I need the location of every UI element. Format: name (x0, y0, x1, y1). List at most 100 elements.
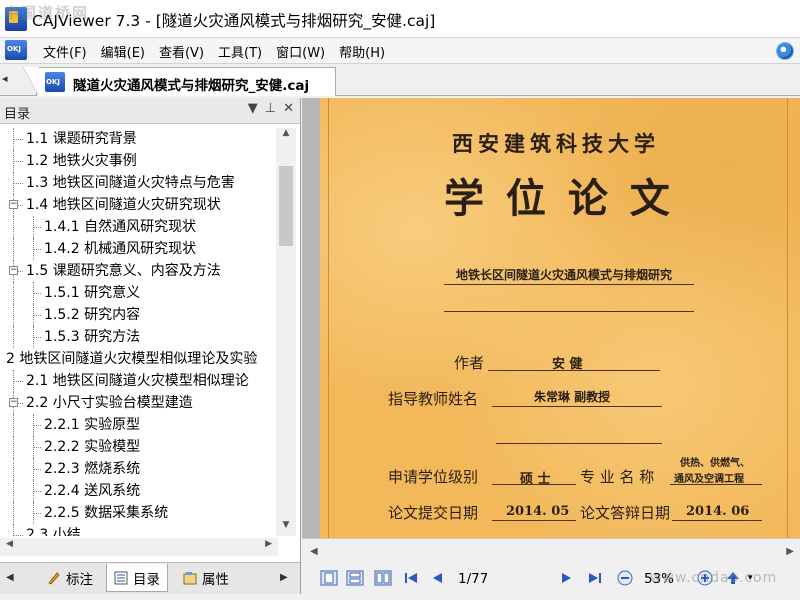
tab-annotation[interactable]: 标注 (40, 564, 100, 592)
scroll-right-icon[interactable]: ▶ (265, 539, 272, 549)
toc-item-label: 2.2.5 数据采集系统 (44, 505, 169, 521)
toc-item[interactable]: −1.5 课题研究意义、内容及方法 (0, 260, 276, 282)
toc-item[interactable]: 2.1 地铁区间隧道火灾模型相似理论 (0, 370, 276, 392)
page-indicator[interactable]: 1/77 (458, 571, 488, 587)
facing-pages-view-icon[interactable] (374, 570, 392, 586)
menu-item-6[interactable]: 帮助(H) (332, 42, 392, 61)
side-tabs-prev-icon[interactable]: ◀ (6, 572, 14, 583)
document-view[interactable]: 西安建筑科技大学 学 位 论 文 地铁长区间隧道火灾通风模式与排烟研究 作者 安… (302, 98, 800, 594)
zoom-out-icon[interactable] (616, 570, 634, 586)
tree-line (33, 502, 34, 524)
advisor-name: 朱常琳 副教授 (534, 390, 611, 404)
toc-item[interactable]: 1.5.1 研究意义 (0, 282, 276, 304)
first-page-icon[interactable] (402, 570, 420, 586)
panel-pin-icon[interactable]: ⊥ (265, 101, 276, 116)
panel-dropdown-icon[interactable]: ▼ (248, 101, 258, 116)
window-title: CAJViewer 7.3 - [隧道火灾通风模式与排烟研究_安健.caj] (32, 12, 436, 30)
toc-vertical-scrollbar[interactable]: ▲ ▼ (276, 128, 296, 536)
doc-scroll-left-icon[interactable]: ◀ (310, 546, 318, 557)
side-panel-title: 目录 (4, 107, 31, 122)
tree-line (33, 216, 34, 238)
doc-scroll-right-icon[interactable]: ▶ (786, 546, 794, 557)
collapse-toggle-icon[interactable]: − (9, 200, 18, 209)
toc-item[interactable]: 2.2.1 实验原型 (0, 414, 276, 436)
toc-item-label: 1.1 课题研究背景 (26, 131, 137, 147)
tree-line (33, 304, 34, 326)
toc-item-label: 1.5.2 研究内容 (44, 307, 141, 323)
tree-branch (33, 337, 41, 338)
toc-item[interactable]: 1.1 课题研究背景 (0, 128, 276, 150)
submit-date-label: 论文提交日期 (388, 504, 479, 522)
tree-branch (33, 425, 41, 426)
menu-item-4[interactable]: 工具(T) (211, 42, 269, 61)
next-page-icon[interactable] (558, 570, 576, 586)
toc-item[interactable]: 1.4.1 自然通风研究现状 (0, 216, 276, 238)
tree-branch (13, 161, 23, 162)
toc-item[interactable]: 1.3 地铁区间隧道火灾特点与危害 (0, 172, 276, 194)
watermark-bottom-right: www.cndao.com (650, 570, 778, 586)
toc-item[interactable]: 2.2.3 燃烧系统 (0, 458, 276, 480)
toc-item-label: 1.4.1 自然通风研究现状 (44, 219, 197, 235)
author-underline (488, 370, 660, 371)
toc-item-label: 2.2.2 实验模型 (44, 439, 141, 455)
submit-date: 2014. 05 (506, 504, 570, 519)
menu-bar: 文件(F)编辑(E)查看(V)工具(T)窗口(W)帮助(H) (0, 38, 800, 64)
continuous-view-icon[interactable] (346, 570, 364, 586)
menu-item-1[interactable]: 文件(F) (36, 42, 94, 61)
menu-item-2[interactable]: 编辑(E) (94, 42, 152, 61)
thesis-title: 地铁长区间隧道火灾通风模式与排烟研究 (456, 268, 673, 282)
scroll-thumb[interactable] (279, 166, 293, 246)
degree-underline (492, 484, 576, 485)
previous-page-icon[interactable] (428, 570, 446, 586)
tree-line (13, 304, 14, 326)
tree-branch (13, 535, 23, 536)
document-horizontal-scrollbar[interactable]: ◀ ▶ (302, 538, 800, 564)
last-page-icon[interactable] (586, 570, 604, 586)
menu-item-3[interactable]: 查看(V) (152, 42, 211, 61)
collapse-toggle-icon[interactable]: − (9, 398, 18, 407)
tree-branch (33, 469, 41, 470)
defense-date: 2014. 06 (686, 504, 750, 519)
document-tab[interactable]: 隧道火灾通风模式与排烟研究_安健.caj (23, 67, 336, 97)
tab-toc[interactable]: 目录 (106, 564, 168, 592)
annotation-icon (48, 572, 60, 585)
toc-item[interactable]: 2.2.2 实验模型 (0, 436, 276, 458)
side-panel: 目录 ▼ ⊥ ✕ 1.1 课题研究背景 1.2 地铁火灾事例 1.3 地铁区间隧道火… (0, 98, 301, 594)
tree-branch (33, 491, 41, 492)
tree-line (13, 480, 14, 502)
globe-icon[interactable] (776, 42, 794, 60)
document-window-icon[interactable] (5, 40, 27, 60)
single-page-view-icon[interactable] (320, 570, 338, 586)
toc-item[interactable]: 2.2.5 数据采集系统 (0, 502, 276, 524)
tree-line (33, 282, 34, 304)
tree-line (33, 414, 34, 436)
toc-item[interactable]: 1.4.2 机械通风研究现状 (0, 238, 276, 260)
tab-properties[interactable]: 属性 (176, 564, 236, 592)
tab-scroll-left-icon[interactable]: ◂ (2, 72, 10, 86)
toc-item[interactable]: 2.3 小结 (0, 524, 276, 536)
side-tabs-next-icon[interactable]: ▶ (280, 572, 288, 583)
toc-horizontal-scrollbar[interactable]: ◀ ▶ (0, 538, 278, 556)
table-of-contents-tree: 1.1 课题研究背景 1.2 地铁火灾事例 1.3 地铁区间隧道火灾特点与危害 −1.… (0, 128, 276, 536)
toc-item[interactable]: 2 地铁区间隧道火灾模型相似理论及实验 (0, 348, 276, 370)
toc-item[interactable]: 2.2.4 送风系统 (0, 480, 276, 502)
toc-item[interactable]: 1.5.2 研究内容 (0, 304, 276, 326)
panel-close-icon[interactable]: ✕ (283, 101, 294, 116)
collapse-toggle-icon[interactable]: − (9, 266, 18, 275)
scroll-down-icon[interactable]: ▼ (276, 520, 296, 536)
menu-item-5[interactable]: 窗口(W) (269, 42, 332, 61)
toc-item[interactable]: −2.2 小尺寸实验台模型建造 (0, 392, 276, 414)
caj-document-icon (45, 72, 65, 92)
scroll-left-icon[interactable]: ◀ (6, 539, 13, 549)
toc-item[interactable]: 1.2 地铁火灾事例 (0, 150, 276, 172)
toc-item-label: 2.2.4 送风系统 (44, 483, 141, 499)
toc-item-label: 1.4.2 机械通风研究现状 (44, 241, 197, 257)
tree-line (13, 216, 14, 238)
toc-item-label: 2.1 地铁区间隧道火灾模型相似理论 (26, 373, 249, 389)
major-label: 专 业 名 称 (580, 468, 655, 486)
tree-branch (33, 227, 41, 228)
toc-item[interactable]: 1.5.3 研究方法 (0, 326, 276, 348)
toc-item[interactable]: −1.4 地铁区间隧道火灾研究现状 (0, 194, 276, 216)
scroll-up-icon[interactable]: ▲ (276, 128, 296, 144)
cover-heading: 学 位 论 文 (444, 175, 674, 222)
